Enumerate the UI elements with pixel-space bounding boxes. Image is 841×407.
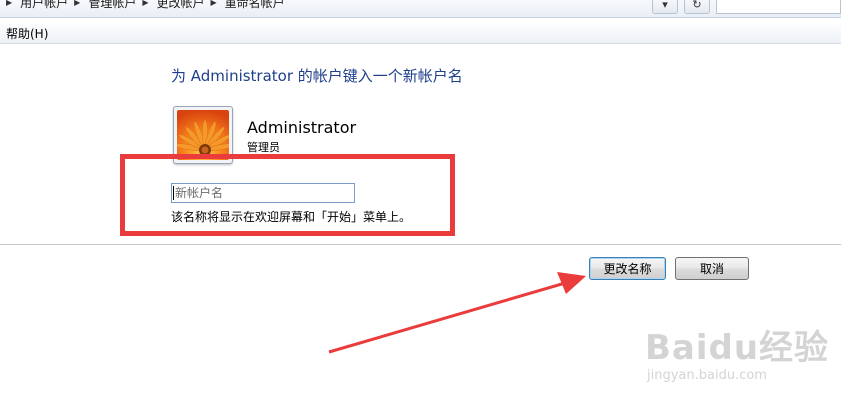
watermark-url: jingyan.baidu.com (647, 368, 767, 383)
page-title: 为 Administrator 的帐户键入一个新帐户名 (171, 67, 463, 85)
user-role: 管理员 (247, 141, 280, 154)
watermark-logo: Baidu经验 (645, 328, 830, 368)
annotation-highlight-box (120, 154, 455, 236)
address-bar[interactable]: ▶ 用户帐户 ▶ 管理帐户 ▶ 更改帐户 ▶ 重命名帐户 ▾ ↻ (0, 0, 841, 18)
breadcrumb-item-manage-accounts[interactable]: 管理帐户 (88, 0, 136, 11)
refresh-icon: ↻ (692, 0, 702, 11)
flower-picture-icon (177, 110, 229, 160)
user-name: Administrator (247, 118, 357, 137)
cancel-button[interactable]: 取消 (675, 257, 749, 280)
chevron-down-icon: ▾ (662, 0, 668, 11)
annotation-arrow-shaft (328, 279, 573, 354)
breadcrumb-item-user-accounts[interactable]: 用户帐户 (20, 0, 68, 11)
chevron-right-icon: ▶ (6, 0, 13, 7)
chevron-right-icon: ▶ (74, 0, 81, 7)
search-input[interactable] (716, 0, 841, 14)
breadcrumb-item-change-account[interactable]: 更改帐户 (157, 0, 205, 11)
change-name-button[interactable]: 更改名称 (589, 257, 666, 280)
annotation-arrow-head (557, 272, 586, 294)
breadcrumb-item-rename-account[interactable]: 重命名帐户 (225, 0, 285, 11)
dropdown-history-button[interactable]: ▾ (652, 0, 678, 14)
refresh-button[interactable]: ↻ (684, 0, 710, 14)
menu-bar: 帮助(H) (0, 24, 841, 44)
divider (0, 244, 841, 245)
chevron-right-icon: ▶ (142, 0, 149, 7)
menu-help[interactable]: 帮助(H) (0, 25, 54, 42)
chevron-right-icon: ▶ (210, 0, 217, 7)
baidu-watermark: Baidu经验 jingyan.baidu.com (645, 320, 835, 400)
breadcrumb: ▶ 用户帐户 ▶ 管理帐户 ▶ 更改帐户 ▶ 重命名帐户 (0, 0, 285, 11)
